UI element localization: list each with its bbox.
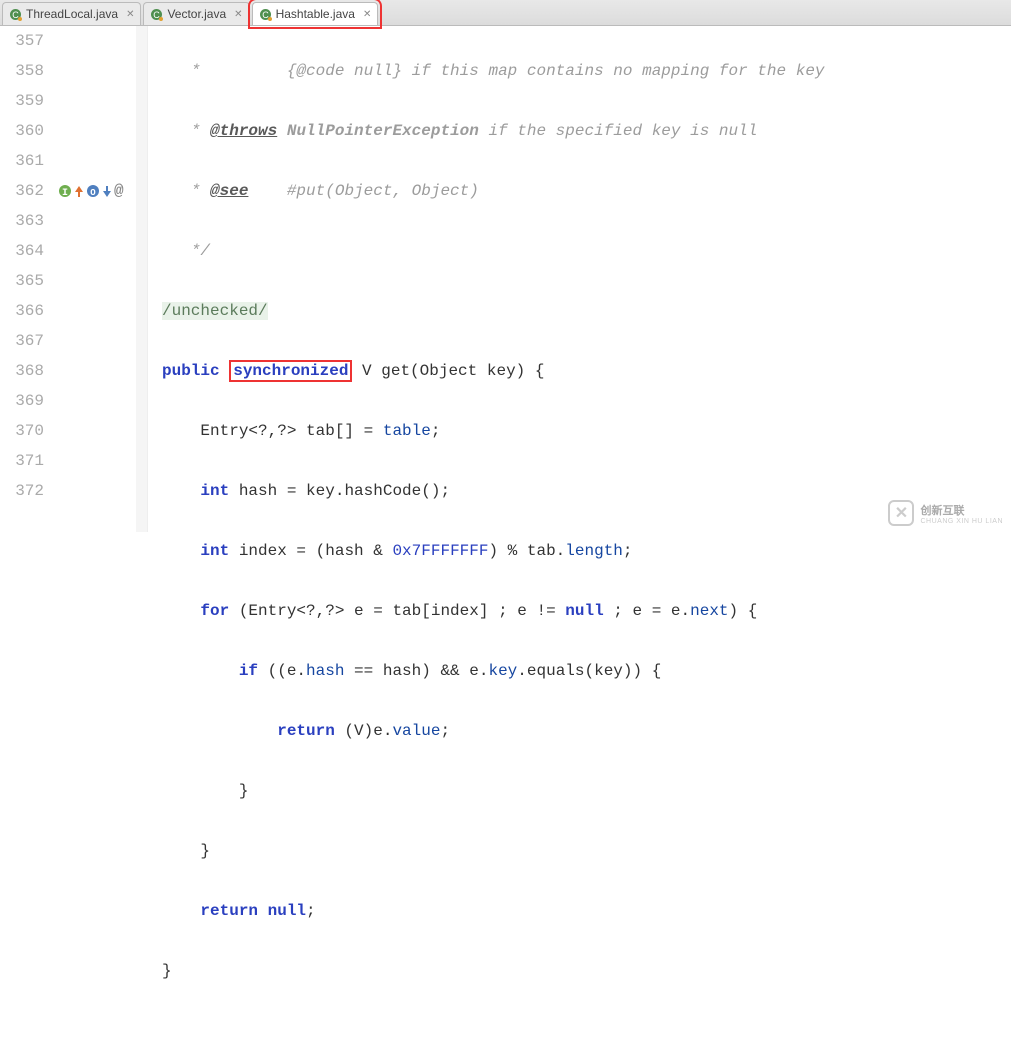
tab-bar: C ThreadLocal.java ✕ C Vector.java ✕ C H…	[0, 0, 1011, 26]
logo-icon: ✕	[888, 500, 914, 526]
code-line: * @throws NullPointerException if the sp…	[162, 116, 1011, 146]
java-class-icon: C	[150, 8, 163, 21]
line-number: 363	[0, 206, 44, 236]
svg-text:O: O	[90, 188, 96, 198]
arrow-down-icon[interactable]	[102, 184, 112, 198]
line-number: 371	[0, 446, 44, 476]
code-line: * @see #put(Object, Object)	[162, 176, 1011, 206]
arrow-up-icon[interactable]	[74, 184, 84, 198]
java-class-icon: C	[9, 8, 22, 21]
line-number: 358	[0, 56, 44, 86]
line-number: 359	[0, 86, 44, 116]
line-number: 366	[0, 296, 44, 326]
code-line: }	[162, 956, 1011, 986]
line-number-gutter: 357 358 359 360 361 362 363 364 365 366 …	[0, 26, 56, 532]
line-number: 357	[0, 26, 44, 56]
code-line: for (Entry<?,?> e = tab[index] ; e != nu…	[162, 596, 1011, 626]
tab-label: Vector.java	[167, 7, 226, 21]
gutter-markers: I O @	[56, 26, 136, 532]
tab-threadlocal[interactable]: C ThreadLocal.java ✕	[2, 2, 141, 25]
code-line: public synchronized V get(Object key) {	[162, 356, 1011, 386]
logo-brand: 创新互联	[920, 502, 1003, 518]
tab-label: Hashtable.java	[276, 7, 355, 21]
close-icon[interactable]: ✕	[234, 9, 242, 20]
line-number: 362	[0, 176, 44, 206]
svg-text:I: I	[62, 188, 68, 198]
method-marker-row: I O @	[56, 176, 136, 206]
synchronized-highlight: synchronized	[229, 360, 352, 382]
close-icon[interactable]: ✕	[126, 9, 134, 20]
implements-icon[interactable]: I	[58, 184, 72, 198]
close-icon[interactable]: ✕	[363, 9, 371, 20]
code-line: */	[162, 236, 1011, 266]
code-line: /unchecked/	[162, 296, 1011, 326]
line-number: 364	[0, 236, 44, 266]
code-line: }	[162, 776, 1011, 806]
tab-label: ThreadLocal.java	[26, 7, 118, 21]
code-line: return null;	[162, 896, 1011, 926]
code-line: return (V)e.value;	[162, 716, 1011, 746]
override-icon[interactable]: O	[86, 184, 100, 198]
line-number: 368	[0, 356, 44, 386]
folding-gutter[interactable]	[136, 26, 148, 532]
code-line: }	[162, 836, 1011, 866]
at-sign-icon[interactable]: @	[114, 176, 124, 206]
code-line: int index = (hash & 0x7FFFFFFF) % tab.le…	[162, 536, 1011, 566]
code-line: if ((e.hash == hash) && e.key.equals(key…	[162, 656, 1011, 686]
java-class-icon: C	[259, 8, 272, 21]
code-editor[interactable]: 357 358 359 360 361 362 363 364 365 366 …	[0, 26, 1011, 532]
line-number: 360	[0, 116, 44, 146]
code-line: int hash = key.hashCode();	[162, 476, 1011, 506]
code-line: Entry<?,?> tab[] = table;	[162, 416, 1011, 446]
code-line: * {@code null} if this map contains no m…	[162, 56, 1011, 86]
logo-sub: CHUANG XIN HU LIAN	[920, 518, 1003, 525]
line-number: 367	[0, 326, 44, 356]
watermark-logo: ✕ 创新互联 CHUANG XIN HU LIAN	[888, 500, 1003, 526]
line-number: 365	[0, 266, 44, 296]
code-area[interactable]: * {@code null} if this map contains no m…	[148, 26, 1011, 532]
line-number: 361	[0, 146, 44, 176]
tab-hashtable[interactable]: C Hashtable.java ✕	[252, 2, 379, 25]
line-number: 369	[0, 386, 44, 416]
line-number: 372	[0, 476, 44, 506]
line-number: 370	[0, 416, 44, 446]
tab-vector[interactable]: C Vector.java ✕	[143, 2, 249, 25]
